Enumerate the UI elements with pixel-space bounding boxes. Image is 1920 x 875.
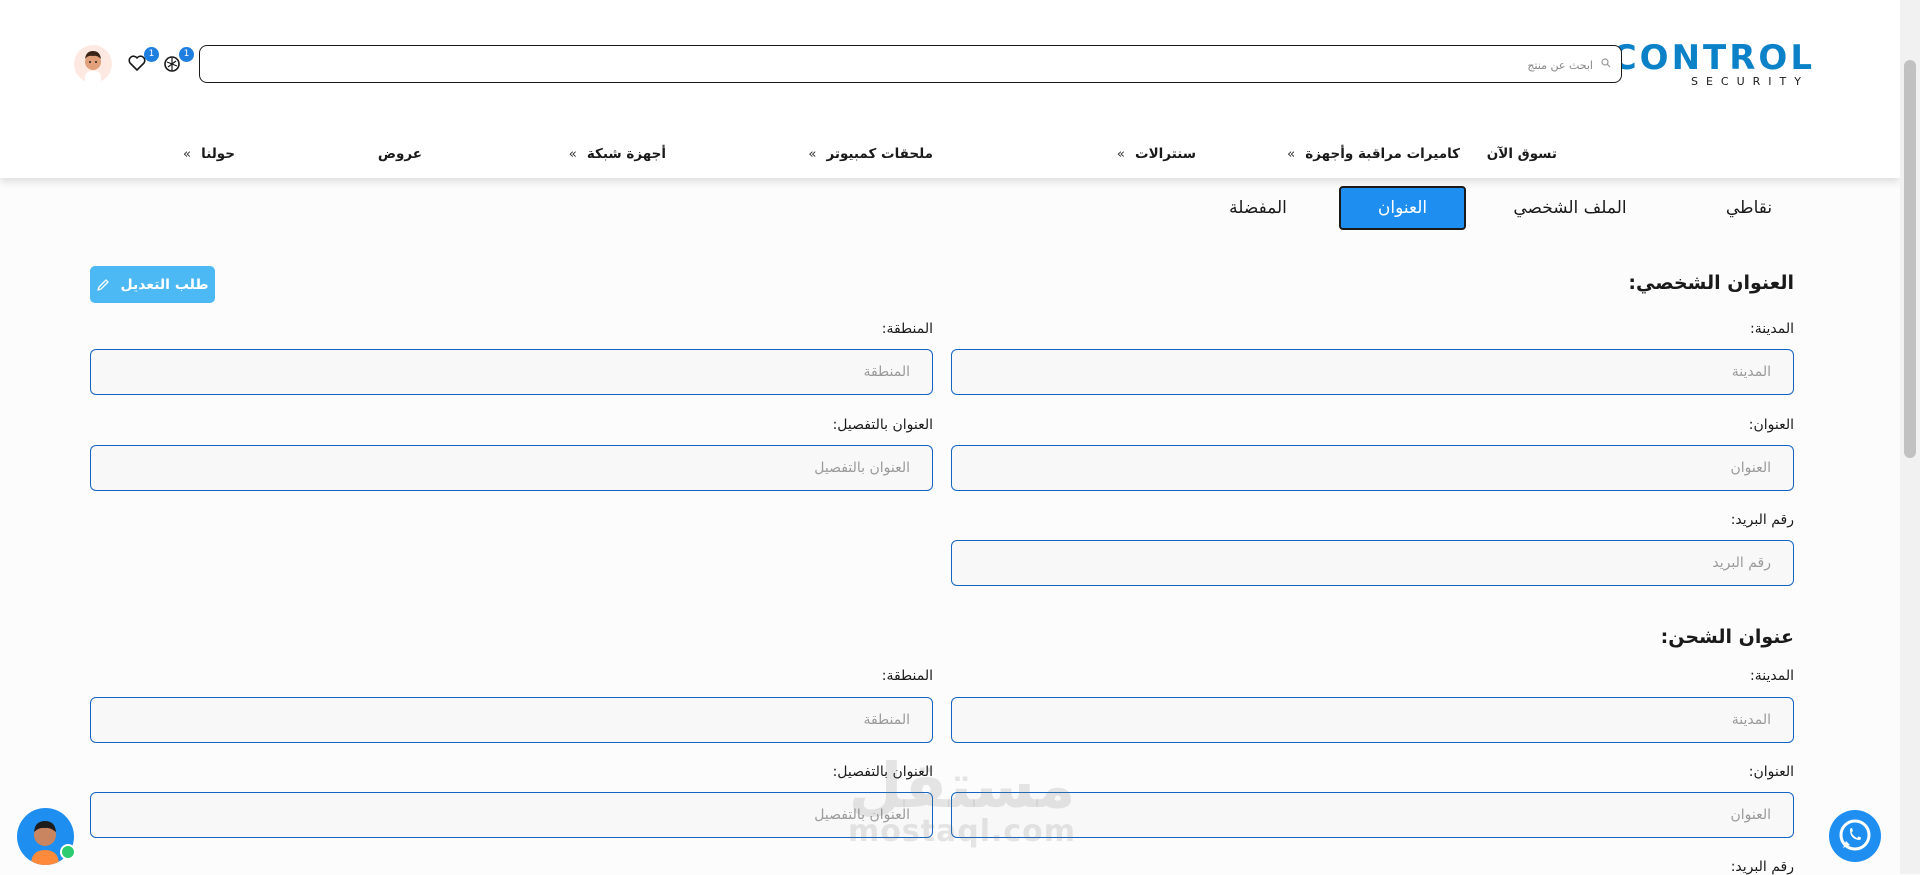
watermark-latin: mostaql.com: [847, 814, 1077, 849]
site-header: CONTROL SECURITY 1 1 تسوق الآن: [0, 0, 1900, 178]
page-scrollbar[interactable]: [1900, 0, 1920, 874]
nav-item-label: عروض: [377, 146, 422, 162]
watermark-arabic: مستقل: [848, 749, 1076, 822]
shipping-detailed-address-field[interactable]: [90, 792, 933, 838]
shipping-address-label: العنوان:: [1748, 764, 1794, 780]
scrollbar-thumb[interactable]: [1904, 60, 1916, 458]
nav-item-label: حولنا: [201, 146, 235, 162]
personal-address-title: العنوان الشخصي:: [1628, 272, 1794, 294]
personal-detailed-address-label: العنوان بالتفصيل:: [832, 417, 933, 433]
personal-city-label: المدينة:: [1750, 321, 1794, 337]
tab-favorites[interactable]: المفضلة: [1208, 186, 1308, 230]
shipping-city-field[interactable]: [951, 697, 1794, 743]
shipping-region-field[interactable]: [90, 697, 933, 743]
tab-address[interactable]: العنوان: [1339, 186, 1466, 230]
cart-button[interactable]: 1: [162, 47, 194, 77]
chevron-icon: »: [568, 146, 577, 162]
whatsapp-icon: [1839, 819, 1871, 851]
search-input[interactable]: [251, 46, 1595, 84]
chevron-icon: »: [808, 146, 817, 162]
logo-main-text: CONTROL: [1611, 38, 1815, 78]
online-status-dot: [60, 844, 76, 860]
nav-item-about[interactable]: حولنا »: [183, 146, 235, 162]
nav-item-label: سنترالات: [1135, 146, 1196, 162]
search-bar: [199, 45, 1622, 84]
personal-region-label: المنطقة:: [881, 321, 933, 337]
pencil-icon: [97, 278, 110, 291]
nav-item-offers[interactable]: عروض: [378, 146, 422, 162]
wishlist-button[interactable]: 1: [127, 47, 159, 77]
nav-item-shop-now[interactable]: تسوق الآن: [1487, 146, 1557, 162]
personal-postal-code-field[interactable]: [951, 540, 1794, 586]
tab-profile[interactable]: الملف الشخصي: [1500, 186, 1640, 230]
shipping-postal-code-label: رقم البريد:: [1730, 859, 1794, 875]
nav-item-network[interactable]: أجهزة شبكة »: [569, 146, 666, 162]
nav-item-label: أجهزة شبكة: [586, 146, 666, 162]
chevron-icon: »: [182, 146, 192, 162]
personal-postal-code-label: رقم البريد:: [1730, 512, 1794, 528]
request-edit-button[interactable]: طلب التعديل: [90, 266, 215, 303]
shipping-city-label: المدينة:: [1750, 668, 1794, 684]
nav-item-pbx[interactable]: سنترالات »: [1117, 146, 1196, 162]
tab-my-points[interactable]: نقاطي: [1689, 186, 1809, 230]
main-nav: تسوق الآن كاميرات مراقبة وأجهزة » سنترالا…: [0, 140, 1900, 170]
watermark: مستقل mostaql.com: [842, 755, 1082, 847]
nav-item-label: كاميرات مراقبة وأجهزة: [1305, 146, 1460, 162]
personal-city-field[interactable]: [951, 349, 1794, 395]
personal-address-field[interactable]: [951, 445, 1794, 491]
personal-region-field[interactable]: [90, 349, 933, 395]
wishlist-count-badge: 1: [144, 47, 159, 62]
shipping-address-title: عنوان الشحن:: [1660, 626, 1794, 648]
chevron-icon: »: [1287, 146, 1296, 162]
whatsapp-button[interactable]: [1829, 810, 1881, 862]
logo-sub-text: SECURITY: [1691, 75, 1809, 88]
personal-detailed-address-field[interactable]: [90, 445, 933, 491]
cart-count-badge: 1: [179, 47, 194, 62]
nav-item-label: تسوق الآن: [1486, 146, 1557, 162]
personal-address-label: العنوان:: [1748, 417, 1794, 433]
nav-item-cameras[interactable]: كاميرات مراقبة وأجهزة »: [1287, 146, 1460, 162]
nav-item-label: ملحقات كمبيوتر: [826, 146, 933, 162]
request-edit-label: طلب التعديل: [120, 276, 209, 293]
logo[interactable]: CONTROL SECURITY: [1612, 38, 1815, 94]
user-avatar[interactable]: [74, 45, 112, 83]
shipping-region-label: المنطقة:: [881, 668, 933, 684]
nav-item-computer-accessories[interactable]: ملحقات كمبيوتر »: [808, 146, 933, 162]
chevron-icon: »: [1116, 146, 1126, 162]
search-icon[interactable]: [1601, 58, 1611, 68]
